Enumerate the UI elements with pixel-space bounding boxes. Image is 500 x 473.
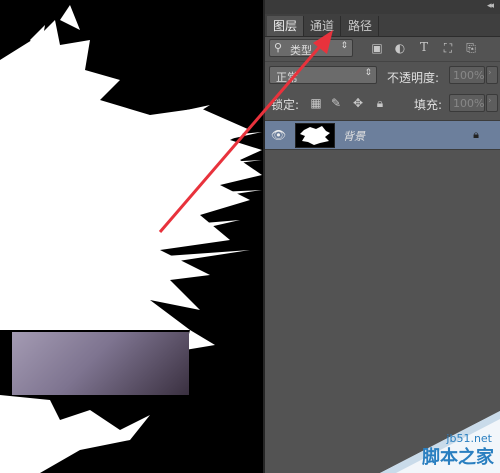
layer-row-background[interactable]: 👁︎ 背景 🔒︎	[265, 120, 500, 150]
tab-channels[interactable]: 通道	[304, 16, 342, 36]
panel-topbar: ◂◂	[265, 0, 500, 14]
image-filter-icon[interactable]: ▣	[370, 41, 384, 55]
fill-label: 填充:	[414, 98, 443, 112]
eye-icon[interactable]: 👁︎	[271, 128, 286, 142]
lock-row: 锁定: ▦ ✎ ✥ 🔒︎ 填充: 100% ›	[265, 90, 500, 116]
lock-all-icon[interactable]: 🔒︎	[373, 96, 387, 110]
lock-label: 锁定:	[271, 98, 300, 112]
lock-position-icon[interactable]: ✥	[351, 96, 365, 110]
panel-tabs: 图层 通道 路径	[265, 14, 500, 37]
layer-thumbnail	[295, 123, 335, 148]
separator	[265, 61, 500, 62]
tab-paths[interactable]: 路径	[342, 16, 380, 36]
fill-value: 100%	[453, 97, 485, 110]
filter-kind-select[interactable]: ⚲ 类型 ⇕	[269, 39, 353, 57]
watermark-text: 脚本之家	[422, 447, 494, 468]
type-filter-icon[interactable]: T	[417, 40, 431, 54]
layer-lock-icon: 🔒︎	[473, 128, 479, 141]
updown-icon: ⇕	[340, 41, 348, 51]
filter-kind-value: 类型	[290, 44, 312, 57]
blend-row: 正常 ⇕ 不透明度: 100% ›	[265, 63, 500, 87]
blend-mode-select[interactable]: 正常 ⇕	[269, 66, 377, 84]
gradient-swatch	[12, 332, 189, 395]
fill-dropdown[interactable]: ›	[486, 94, 498, 112]
layer-name: 背景	[343, 130, 365, 143]
thumbnail-splash	[300, 126, 330, 145]
opacity-input[interactable]: 100%	[449, 66, 485, 84]
lock-transparent-icon[interactable]: ▦	[309, 96, 323, 110]
updown-icon: ⇕	[364, 68, 372, 78]
tab-layers[interactable]: 图层	[267, 16, 305, 36]
fill-input[interactable]: 100%	[449, 94, 485, 112]
opacity-value: 100%	[453, 69, 485, 82]
watermark: jb51.net 脚本之家	[360, 401, 500, 473]
lock-image-icon[interactable]: ✎	[329, 96, 343, 110]
smart-object-filter-icon[interactable]: ⎘	[464, 41, 478, 55]
splash-artwork	[0, 5, 262, 473]
adjustment-filter-icon[interactable]: ◐	[393, 41, 407, 55]
collapse-icon[interactable]: ◂◂	[487, 1, 494, 11]
chevron-right-icon: ›	[488, 68, 492, 78]
shape-filter-icon[interactable]: ⛶	[441, 41, 455, 55]
filter-row: ⚲ 类型 ⇕ ▣ ◐ T ⛶ ⎘	[265, 37, 500, 59]
opacity-dropdown[interactable]: ›	[486, 66, 498, 84]
chevron-right-icon: ›	[488, 96, 492, 106]
blend-mode-value: 正常	[276, 71, 298, 84]
opacity-label: 不透明度:	[387, 71, 440, 85]
document-canvas[interactable]	[0, 0, 263, 473]
search-icon: ⚲	[274, 41, 283, 54]
